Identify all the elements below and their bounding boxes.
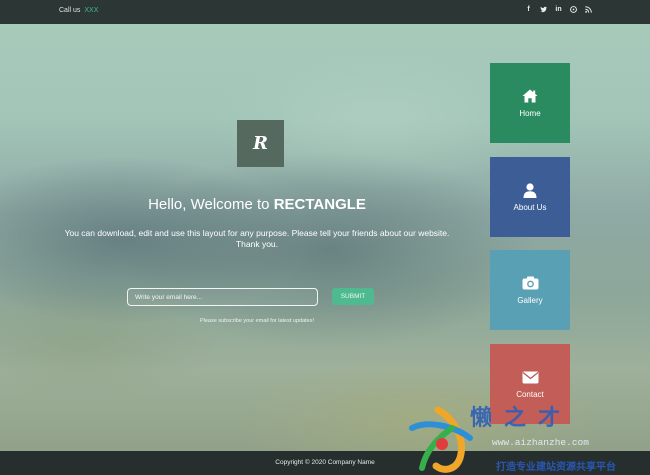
nav-tile-gallery[interactable]: Gallery	[490, 250, 570, 330]
nav-tile-home[interactable]: Home	[490, 63, 570, 143]
email-input[interactable]	[127, 288, 318, 306]
subscribe-note: Please subscribe your email for latest u…	[199, 318, 315, 324]
welcome-headline: Hello, Welcome to RECTANGLE	[0, 196, 514, 213]
nav-tile-about[interactable]: About Us	[490, 157, 570, 237]
watermark-url: www.aizhanzhe.com	[492, 437, 589, 448]
nav-tile-gallery-label: Gallery	[517, 296, 543, 305]
nav-tile-about-label: About Us	[513, 203, 547, 212]
top-bar: Call us XXX f in	[0, 0, 650, 24]
twitter-icon[interactable]	[540, 6, 547, 15]
call-number[interactable]: XXX	[84, 7, 98, 14]
call-us: Call us XXX	[59, 7, 98, 14]
site-logo[interactable]: R	[237, 120, 284, 167]
envelope-icon	[521, 369, 539, 385]
social-links: f in	[525, 6, 592, 15]
linkedin-icon[interactable]: in	[555, 6, 562, 15]
call-label: Call us	[59, 7, 81, 14]
hero-description: You can download, edit and use this layo…	[64, 228, 450, 249]
facebook-icon[interactable]: f	[525, 6, 532, 15]
watermark-subtitle: 打造专业建站资源共享平台	[496, 462, 616, 473]
submit-button[interactable]: SUBMIT	[332, 288, 374, 305]
home-icon	[521, 88, 539, 104]
watermark-title: 懒之才	[470, 405, 573, 431]
pinterest-icon[interactable]	[570, 6, 577, 15]
user-icon	[521, 182, 539, 198]
headline-prefix: Hello, Welcome to	[148, 196, 270, 213]
camera-icon	[521, 275, 539, 291]
nav-tile-home-label: Home	[519, 109, 541, 118]
headline-brand: RECTANGLE	[273, 196, 366, 213]
rss-icon[interactable]	[585, 6, 592, 15]
